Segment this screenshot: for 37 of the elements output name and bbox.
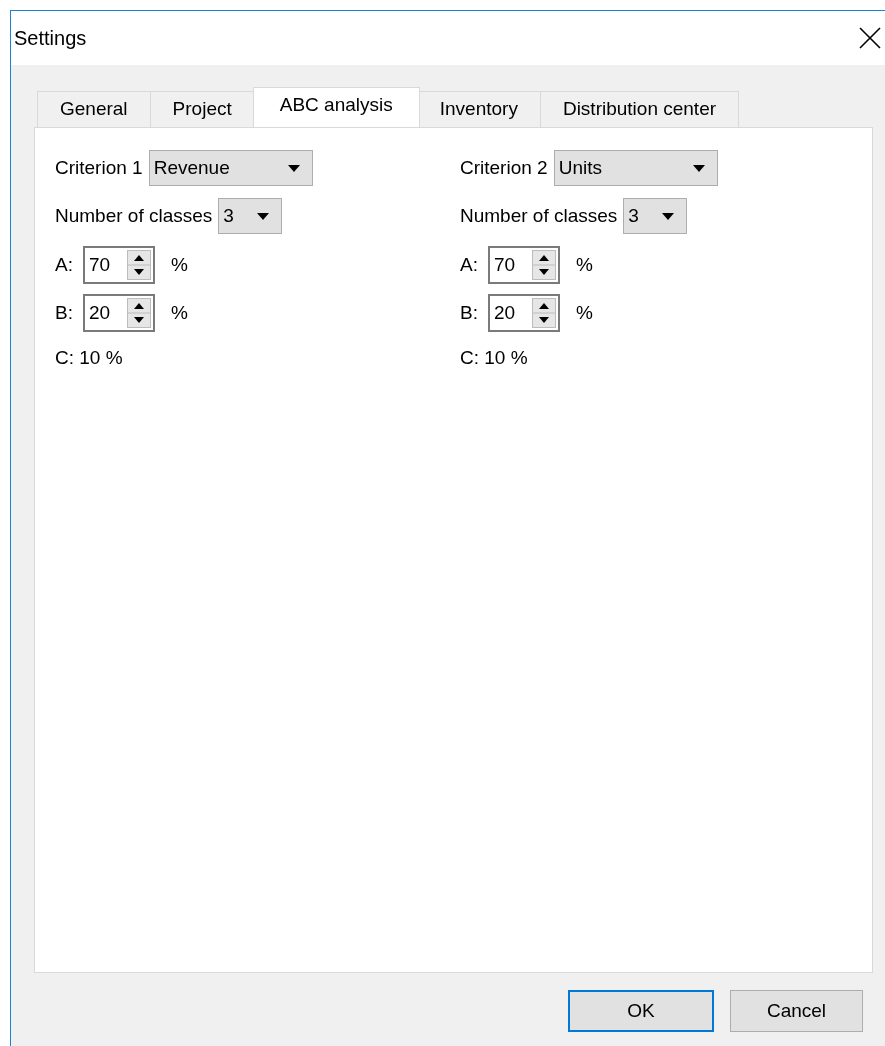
tab[interactable]: ABC analysis	[252, 87, 420, 127]
tab[interactable]: Distribution center	[539, 91, 740, 127]
close-icon[interactable]	[859, 27, 881, 49]
class-c-text: C: 10 %	[55, 346, 124, 370]
spin-box[interactable]: 70	[487, 246, 560, 284]
caret-icon	[287, 164, 300, 172]
class-c-text: C: 10 %	[460, 346, 529, 370]
tab[interactable]: General	[37, 91, 151, 127]
classes-label: Number of classes	[55, 203, 213, 228]
class-label: B:	[55, 300, 73, 325]
caret-icon	[662, 212, 675, 220]
percent-label: %	[575, 252, 593, 277]
class-label: A:	[460, 252, 478, 277]
spin-arrows-icon[interactable]	[531, 298, 556, 328]
spin-arrows-icon[interactable]	[126, 298, 151, 328]
classes-label: Number of classes	[460, 203, 618, 228]
dropdown[interactable]: 3	[623, 198, 688, 234]
window-title: Settings	[14, 26, 87, 51]
dropdown[interactable]: Revenue	[148, 150, 313, 186]
percent-label: %	[575, 300, 593, 325]
dialog-button[interactable]: Cancel	[730, 990, 863, 1032]
percent-label: %	[170, 252, 188, 277]
spin-box[interactable]: 20	[487, 294, 560, 332]
criterion-label: Criterion 2	[460, 155, 548, 180]
dropdown[interactable]: 3	[218, 198, 283, 234]
class-label: B:	[460, 300, 478, 325]
criterion-label: Criterion 1	[55, 155, 143, 180]
spin-box[interactable]: 20	[82, 294, 155, 332]
dialog-button[interactable]: OK	[568, 990, 714, 1032]
spin-box[interactable]: 70	[82, 246, 155, 284]
dropdown[interactable]: Units	[553, 150, 718, 186]
class-label: A:	[55, 252, 73, 277]
spin-arrows-icon[interactable]	[126, 250, 151, 280]
percent-label: %	[170, 300, 188, 325]
caret-icon	[692, 164, 705, 172]
caret-icon	[257, 212, 270, 220]
spin-arrows-icon[interactable]	[531, 250, 556, 280]
